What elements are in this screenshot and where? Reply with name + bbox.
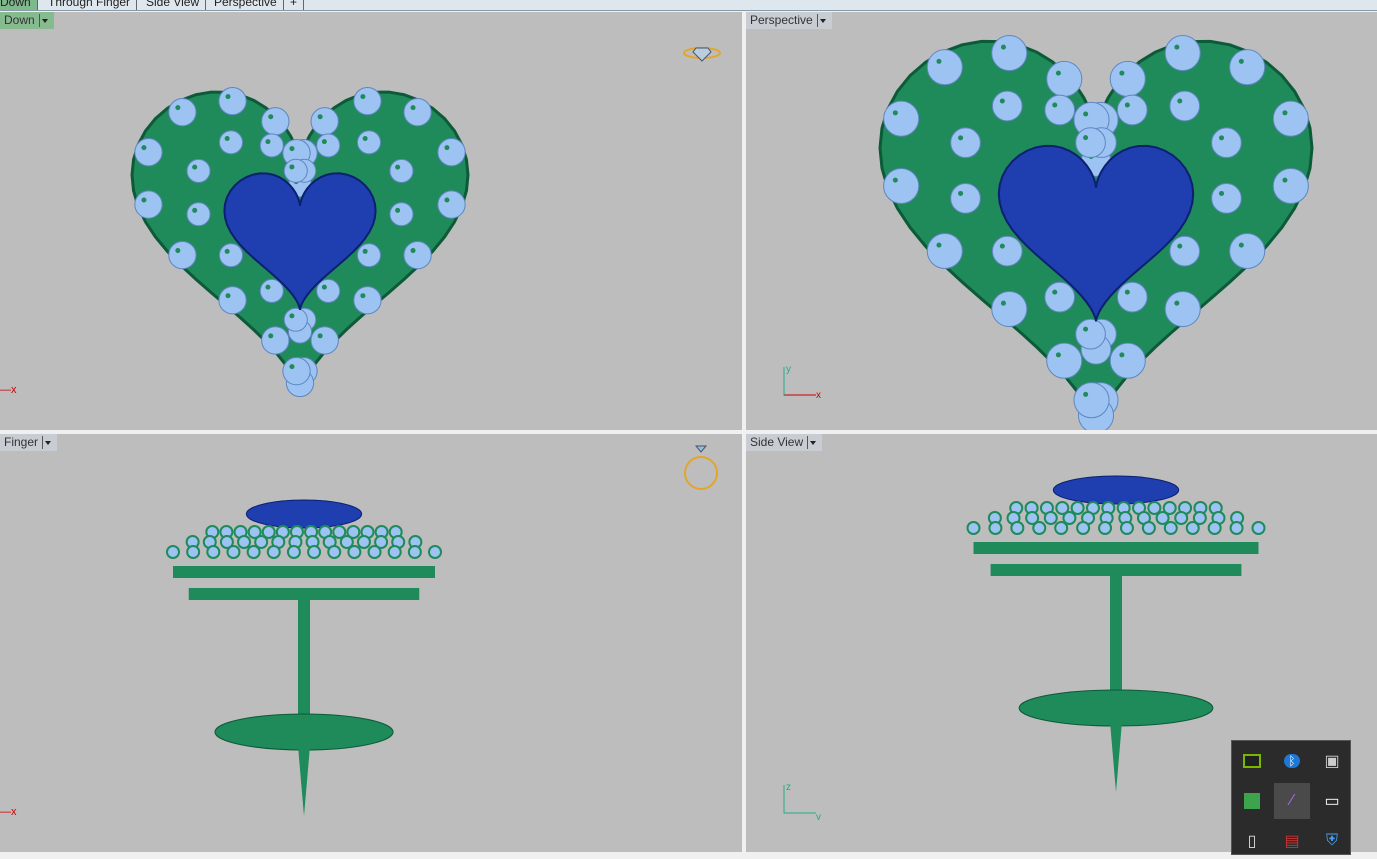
axis-x-label: —x <box>0 806 17 818</box>
tab-down[interactable]: Down <box>0 0 38 10</box>
viewport-title: Perspective <box>750 13 813 27</box>
nvidia-icon[interactable] <box>1234 743 1270 779</box>
viewport-finger[interactable]: Finger —x <box>0 434 742 852</box>
axis-gizmo: yx <box>783 364 821 401</box>
tab-side-view[interactable]: Side View <box>140 0 207 10</box>
viewport-label[interactable]: Perspective <box>746 12 832 29</box>
app-green-icon[interactable] <box>1234 783 1270 819</box>
viewport-tab-bar: Down Through Finger Side View Perspectiv… <box>0 0 1377 11</box>
app-pin-icon[interactable]: ▤ <box>1274 823 1310 859</box>
dropdown-icon[interactable] <box>816 14 828 27</box>
svg-text:z: z <box>786 782 791 793</box>
viewport-title: Side View <box>750 435 804 449</box>
tab-perspective[interactable]: Perspective <box>208 0 284 10</box>
tab-through-finger[interactable]: Through Finger <box>42 0 138 10</box>
viewport-down[interactable]: Down —x <box>0 12 742 430</box>
pen-feather-icon[interactable]: ⁄ <box>1274 783 1310 819</box>
viewport-title: Down <box>4 13 35 27</box>
svg-text:x: x <box>816 390 821 401</box>
diamond-view-icon[interactable] <box>676 40 736 70</box>
add-tab-button[interactable]: + <box>284 0 305 10</box>
heart-perspective-render <box>878 34 1314 430</box>
system-tray-overflow: ᛒ ▣ ⁄ ▭ ▯ ▤ ⛨ <box>1231 740 1351 855</box>
usb-device-icon[interactable]: ▣ <box>1314 743 1350 779</box>
dropdown-icon[interactable] <box>807 436 818 449</box>
viewport-title: Finger <box>4 435 39 449</box>
dropdown-icon[interactable] <box>38 14 50 27</box>
axis-x-label: —x <box>0 384 17 396</box>
svg-text:y: y <box>786 364 791 375</box>
svg-text:y: y <box>816 812 821 820</box>
usb-drive-icon[interactable]: ▯ <box>1234 823 1270 859</box>
battery-power-icon[interactable]: ▭ <box>1314 783 1350 819</box>
dropdown-icon[interactable] <box>42 436 53 449</box>
axis-gizmo: zy <box>783 782 821 820</box>
viewport-label[interactable]: Side View <box>746 434 823 451</box>
viewport-perspective[interactable]: Perspective yx <box>746 12 1377 430</box>
heart-top-render <box>130 86 470 398</box>
security-shield-icon[interactable]: ⛨ <box>1314 823 1350 859</box>
earring-front-render <box>166 499 442 816</box>
viewport-label[interactable]: Finger <box>0 434 58 451</box>
bluetooth-icon[interactable]: ᛒ <box>1274 743 1310 779</box>
ring-view-icon[interactable] <box>682 442 722 492</box>
viewport-label[interactable]: Down <box>0 12 54 29</box>
